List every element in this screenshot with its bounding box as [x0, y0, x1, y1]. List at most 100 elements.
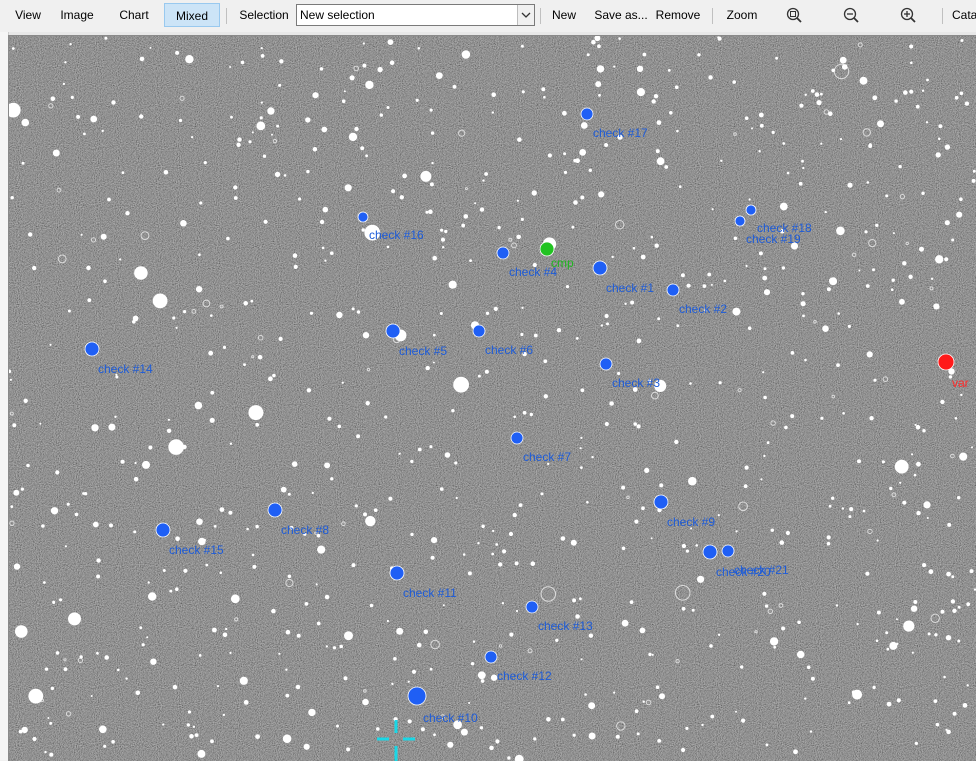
chevron-down-icon[interactable] — [517, 5, 534, 25]
check-star-marker[interactable] — [734, 215, 746, 227]
star — [560, 536, 566, 541]
star — [343, 676, 348, 681]
star — [681, 543, 687, 549]
star — [365, 401, 370, 406]
check-star-marker[interactable] — [510, 431, 524, 445]
star — [892, 232, 895, 235]
chart-button[interactable]: Chart — [112, 3, 156, 27]
star — [851, 690, 856, 695]
star — [293, 264, 298, 269]
remove-button[interactable]: Remove — [654, 3, 702, 27]
check-star-marker[interactable] — [653, 494, 669, 510]
star — [751, 127, 753, 130]
image-button[interactable]: Image — [54, 3, 100, 27]
star — [872, 95, 878, 101]
check-star-marker[interactable] — [155, 522, 171, 538]
star — [162, 723, 165, 726]
star — [463, 214, 469, 219]
star — [611, 255, 614, 259]
star — [271, 133, 273, 136]
save-as-button[interactable]: Save as... — [593, 3, 649, 27]
star — [633, 422, 637, 426]
star — [597, 44, 601, 49]
check-star-marker[interactable] — [580, 107, 594, 121]
star — [319, 219, 325, 225]
check-star-marker[interactable] — [721, 544, 735, 558]
check-star-marker[interactable] — [666, 283, 680, 297]
star — [255, 524, 259, 529]
star-field-canvas[interactable]: check #17check #16 check #18check #19chec… — [9, 36, 976, 761]
star — [233, 185, 238, 190]
star — [922, 429, 926, 433]
star — [64, 61, 67, 64]
star — [203, 161, 207, 165]
star — [763, 267, 767, 271]
check-star-marker[interactable] — [525, 600, 539, 614]
check-star-marker[interactable] — [385, 323, 401, 339]
zoom-out-icon[interactable] — [841, 6, 861, 26]
star — [168, 439, 184, 455]
star — [468, 702, 471, 704]
star-field-view[interactable]: check #17 check #16 check #18 check #19 chec… — [8, 35, 976, 761]
star — [681, 606, 686, 611]
check-star-marker[interactable] — [745, 204, 757, 216]
star — [512, 512, 517, 518]
star — [910, 61, 913, 65]
check-star-marker[interactable] — [599, 357, 613, 371]
var-star-marker[interactable] — [937, 353, 955, 371]
star — [399, 195, 404, 200]
star — [650, 537, 653, 540]
check-star-marker[interactable] — [267, 502, 283, 518]
zoom-in-icon[interactable] — [898, 6, 918, 26]
comp-star-marker[interactable] — [539, 241, 555, 257]
zoom-fit-icon[interactable] — [784, 6, 804, 26]
star — [921, 191, 925, 195]
star — [295, 684, 301, 690]
star — [134, 461, 137, 465]
selection-dropdown[interactable]: New selection — [296, 4, 535, 26]
toolbar-separator — [712, 8, 713, 24]
star — [903, 90, 908, 95]
star — [570, 539, 577, 546]
check-star-marker[interactable] — [702, 544, 718, 560]
star — [228, 510, 233, 515]
star — [255, 422, 260, 427]
star — [219, 571, 223, 575]
check-star-marker[interactable] — [407, 686, 427, 706]
star — [785, 530, 791, 536]
star — [720, 159, 723, 162]
star — [447, 741, 454, 748]
check-star-marker[interactable] — [484, 650, 498, 664]
star — [943, 675, 946, 679]
star — [230, 594, 240, 604]
star — [298, 197, 302, 201]
star — [398, 452, 401, 455]
star — [864, 230, 868, 234]
star — [560, 717, 565, 722]
mixed-button[interactable]: Mixed — [164, 3, 220, 27]
star — [546, 717, 551, 722]
check-star-marker[interactable] — [389, 565, 405, 581]
new-button[interactable]: New — [547, 3, 581, 27]
star — [429, 182, 434, 187]
check-star-marker[interactable] — [472, 324, 486, 338]
view-button[interactable]: View — [8, 3, 48, 27]
star — [461, 223, 466, 228]
star — [885, 194, 889, 198]
star — [857, 459, 861, 464]
check-star-marker[interactable] — [84, 341, 100, 357]
star — [804, 358, 807, 362]
star — [685, 726, 689, 731]
star — [15, 625, 28, 638]
star — [925, 121, 929, 124]
catalog-button[interactable]: Cata — [952, 3, 976, 27]
star — [304, 602, 309, 606]
star — [676, 129, 679, 133]
check-star-marker[interactable] — [592, 260, 608, 276]
check-star-marker[interactable] — [496, 246, 510, 260]
star — [556, 328, 562, 333]
star — [11, 47, 15, 50]
star — [108, 423, 116, 431]
check-star-marker[interactable] — [357, 211, 369, 223]
star — [10, 505, 14, 508]
